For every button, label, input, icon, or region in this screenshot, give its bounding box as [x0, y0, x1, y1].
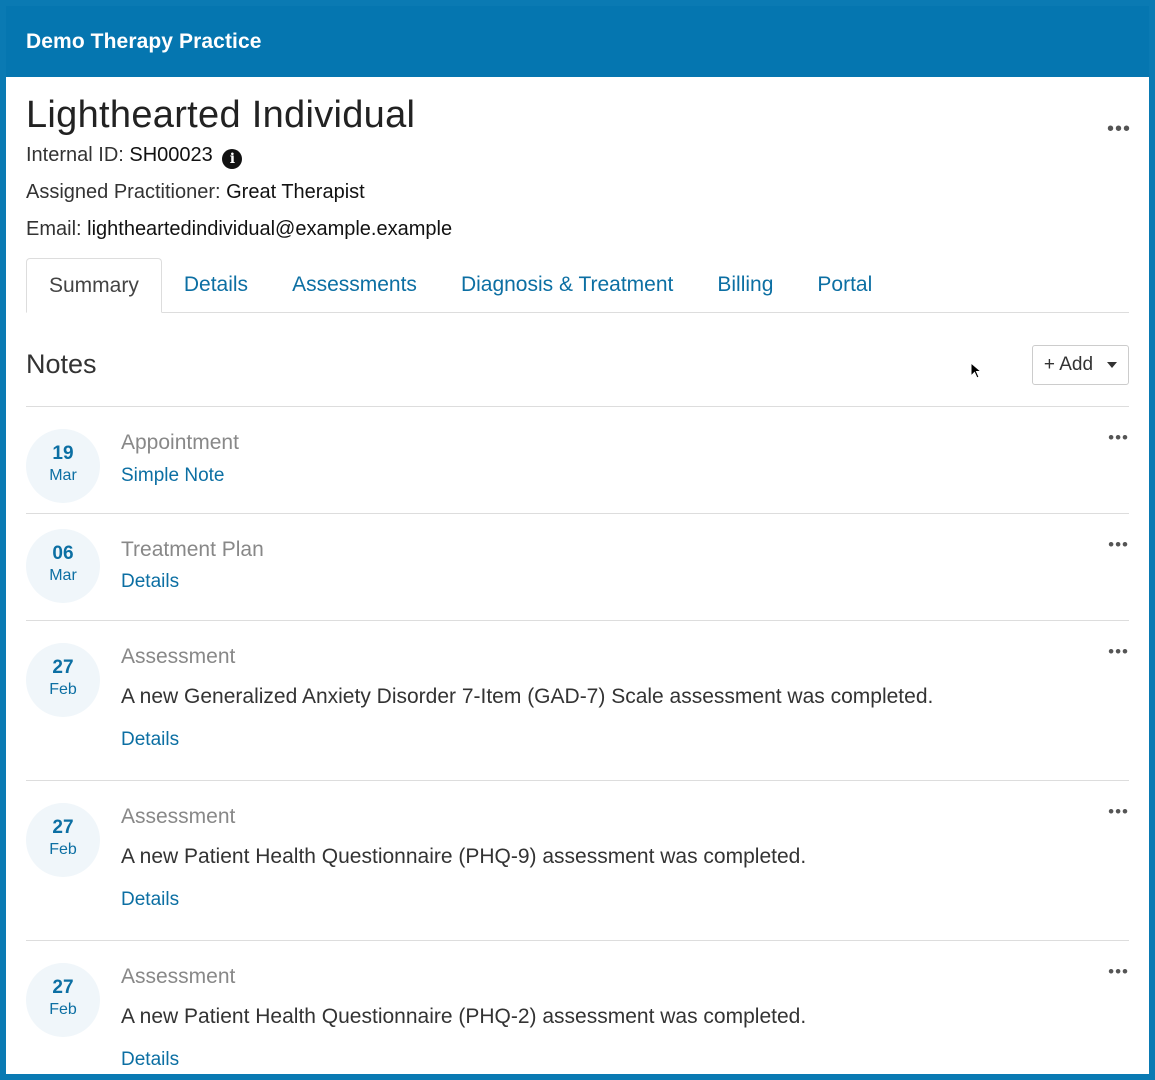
- app-frame: Demo Therapy Practice Lighthearted Indiv…: [6, 6, 1149, 1074]
- internal-id-row: Internal ID: SH00023 i: [26, 137, 1129, 174]
- email-label: Email:: [26, 218, 88, 240]
- notes-title: Notes: [26, 349, 97, 379]
- note-link-details[interactable]: Details: [121, 729, 179, 751]
- note-item: 27 Feb Assessment A new Generalized Anxi…: [26, 621, 1129, 781]
- add-note-label: + Add: [1043, 354, 1094, 375]
- date-month: Feb: [49, 841, 77, 858]
- add-note-button[interactable]: + Add: [1032, 345, 1129, 385]
- date-badge: 27 Feb: [26, 963, 100, 1037]
- note-item: 27 Feb Assessment A new Patient Health Q…: [26, 781, 1129, 941]
- note-more-menu-icon[interactable]: •••: [1108, 963, 1129, 980]
- note-item: 19 Mar Appointment Simple Note •••: [26, 407, 1129, 514]
- date-day: 27: [52, 817, 74, 838]
- notes-header: Notes + Add: [26, 313, 1129, 407]
- note-description: A new Patient Health Questionnaire (PHQ-…: [121, 1005, 807, 1028]
- practitioner-label: Assigned Practitioner:: [26, 181, 227, 203]
- date-day: 27: [52, 657, 74, 678]
- note-type: Assessment: [121, 965, 236, 988]
- date-badge: 27 Feb: [26, 643, 100, 717]
- note-link-simple-note[interactable]: Simple Note: [121, 465, 225, 487]
- date-day: 19: [52, 443, 74, 464]
- note-link-details[interactable]: Details: [121, 1049, 179, 1071]
- tab-portal[interactable]: Portal: [795, 258, 894, 312]
- date-month: Feb: [49, 1001, 77, 1018]
- practitioner-row: Assigned Practitioner: Great Therapist: [26, 174, 1129, 211]
- client-more-menu-icon[interactable]: •••: [1107, 119, 1131, 139]
- chevron-down-icon: [1107, 362, 1118, 368]
- client-tabs: Summary Details Assessments Diagnosis & …: [26, 258, 1129, 313]
- note-more-menu-icon[interactable]: •••: [1108, 429, 1129, 446]
- internal-id-label: Internal ID:: [26, 144, 130, 166]
- note-item: 06 Mar Treatment Plan Details •••: [26, 514, 1129, 621]
- practitioner-value: Great Therapist: [226, 181, 365, 203]
- date-badge: 27 Feb: [26, 803, 100, 877]
- tab-assessments[interactable]: Assessments: [270, 258, 439, 312]
- note-link-details[interactable]: Details: [121, 571, 179, 593]
- note-more-menu-icon[interactable]: •••: [1108, 536, 1129, 553]
- date-month: Mar: [49, 467, 77, 484]
- tab-summary[interactable]: Summary: [26, 258, 162, 313]
- note-description: A new Patient Health Questionnaire (PHQ-…: [121, 845, 807, 868]
- date-day: 06: [52, 543, 74, 564]
- info-icon[interactable]: i: [222, 149, 243, 169]
- main-content: Lighthearted Individual ••• Internal ID:…: [6, 94, 1149, 1074]
- email-value: lightheartedindividual@example.example: [87, 218, 453, 240]
- note-description: A new Generalized Anxiety Disorder 7-Ite…: [121, 685, 934, 708]
- tab-diagnosis-treatment[interactable]: Diagnosis & Treatment: [439, 258, 695, 312]
- client-name: Lighthearted Individual: [26, 94, 416, 136]
- note-more-menu-icon[interactable]: •••: [1108, 803, 1129, 820]
- mouse-cursor-icon: [970, 362, 983, 379]
- email-row: Email: lightheartedindividual@example.ex…: [26, 211, 1129, 248]
- tab-details[interactable]: Details: [162, 258, 270, 312]
- date-badge: 06 Mar: [26, 529, 100, 603]
- note-more-menu-icon[interactable]: •••: [1108, 643, 1129, 660]
- note-link-details[interactable]: Details: [121, 889, 179, 911]
- note-item: 27 Feb Assessment A new Patient Health Q…: [26, 941, 1129, 1074]
- note-type: Assessment: [121, 805, 236, 828]
- note-type: Appointment: [121, 431, 239, 454]
- practice-name[interactable]: Demo Therapy Practice: [26, 30, 262, 54]
- date-badge: 19 Mar: [26, 429, 100, 503]
- note-type: Treatment Plan: [121, 538, 264, 561]
- date-month: Mar: [49, 567, 77, 584]
- top-navbar: Demo Therapy Practice: [6, 6, 1149, 77]
- internal-id-value: SH00023: [129, 144, 213, 166]
- tab-billing[interactable]: Billing: [695, 258, 795, 312]
- note-type: Assessment: [121, 645, 236, 668]
- date-month: Feb: [49, 681, 77, 698]
- date-day: 27: [52, 977, 74, 998]
